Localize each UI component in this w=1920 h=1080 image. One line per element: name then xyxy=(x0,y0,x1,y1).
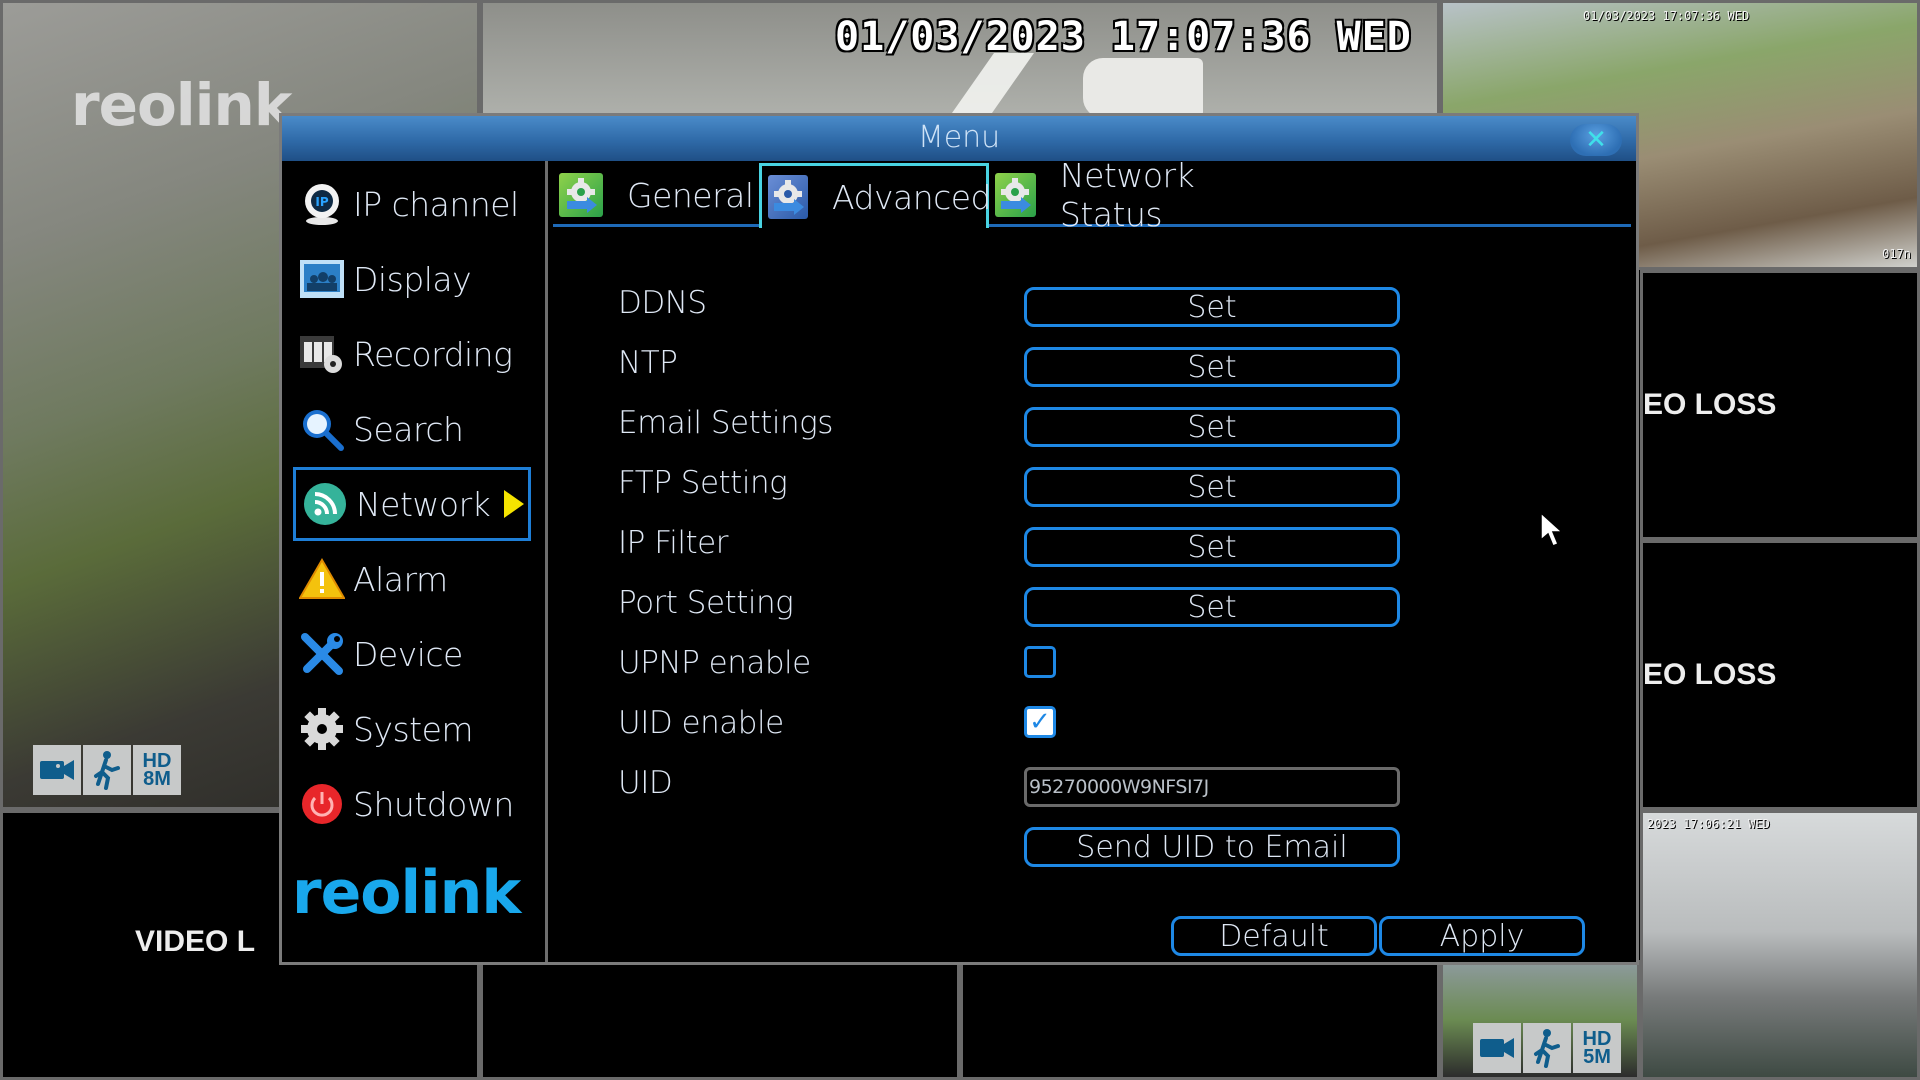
send-uid-to-email-button[interactable]: Send UID to Email xyxy=(1024,827,1400,867)
camera-icon xyxy=(33,745,81,795)
tab-label: General xyxy=(627,175,754,215)
close-button[interactable]: ✕ xyxy=(1570,124,1622,156)
uid-label: UID xyxy=(618,765,673,801)
menu-dialog: Menu ✕ IP IP channel Display Recording S… xyxy=(279,113,1639,965)
ceiling-light xyxy=(951,53,1035,113)
menu-title: Menu xyxy=(917,120,1001,155)
sidebar-item-system[interactable]: System xyxy=(293,694,527,764)
settings-gear-icon xyxy=(768,175,808,219)
uid-enable-checkbox[interactable]: ✓ xyxy=(1024,706,1056,738)
channel-label: 017n xyxy=(1882,247,1911,261)
sidebar-item-display[interactable]: Display xyxy=(293,244,527,314)
camera-feed-5[interactable]: HD 5M xyxy=(1440,960,1640,1080)
sidebar-item-shutdown[interactable]: Shutdown xyxy=(293,769,527,839)
uid-field[interactable]: 95270000W9NFSI7J xyxy=(1024,767,1400,807)
osd-datetime: 01/03/2023 17:07:36 WED xyxy=(835,14,1412,60)
settings-gear-icon xyxy=(559,173,603,217)
close-icon: ✕ xyxy=(1585,125,1607,155)
video-loss-label: EO LOSS xyxy=(1643,658,1777,691)
sidebar-item-label: Recording xyxy=(353,334,513,374)
ddns-set-button[interactable]: Set xyxy=(1024,287,1400,327)
shutdown-icon xyxy=(299,781,345,827)
camera-feed-video-loss-1[interactable]: EO LOSS xyxy=(1640,270,1920,540)
sidebar-item-alarm[interactable]: Alarm xyxy=(293,544,527,614)
ip-filter-label: IP Filter xyxy=(618,525,728,561)
active-arrow-icon xyxy=(504,490,524,518)
tab-network-status[interactable]: Network Status xyxy=(989,156,1289,234)
ip-camera-icon: IP xyxy=(299,181,345,227)
camera-feed-video-loss-2[interactable]: EO LOSS xyxy=(1640,540,1920,810)
upnp-enable-label: UPNP enable xyxy=(618,645,811,681)
device-icon xyxy=(299,631,345,677)
port-setting-set-button[interactable]: Set xyxy=(1024,587,1400,627)
tab-general[interactable]: General xyxy=(553,163,759,227)
ddns-label: DDNS xyxy=(618,285,707,321)
video-loss-label: VIDEO L xyxy=(135,925,256,958)
network-icon xyxy=(302,481,348,527)
ip-filter-set-button[interactable]: Set xyxy=(1024,527,1400,567)
camera-feed-4[interactable]: 2023 17:06:21 WED xyxy=(1640,810,1920,1080)
resolution-badge: HD 5M xyxy=(1573,1023,1621,1073)
sidebar-item-device[interactable]: Device xyxy=(293,619,527,689)
ftp-setting-label: FTP Setting xyxy=(618,465,788,501)
resolution-badge: HD 8M xyxy=(133,745,181,795)
sidebar: IP IP channel Display Recording Search N… xyxy=(287,161,545,962)
tab-bar: General Advanced Network Status xyxy=(553,156,1631,234)
sidebar-item-label: Network xyxy=(356,484,491,524)
alarm-icon xyxy=(299,556,345,602)
port-setting-label: Port Setting xyxy=(618,585,794,621)
sidebar-item-label: Shutdown xyxy=(353,784,514,824)
checkmark-icon: ✓ xyxy=(1029,707,1051,737)
display-icon xyxy=(299,256,345,302)
system-icon xyxy=(299,706,345,752)
email-settings-label: Email Settings xyxy=(618,405,833,441)
recording-icon xyxy=(299,331,345,377)
camera-status-badges: HD 8M xyxy=(33,745,181,795)
sidebar-item-label: Alarm xyxy=(353,559,448,599)
camera-feed-video-loss-5[interactable] xyxy=(960,960,1440,1080)
menu-titlebar[interactable]: Menu ✕ xyxy=(282,116,1636,161)
camera-icon xyxy=(1473,1023,1521,1073)
sidebar-item-search[interactable]: Search xyxy=(293,394,527,464)
upnp-enable-checkbox[interactable] xyxy=(1024,646,1056,678)
sidebar-item-network[interactable]: Network xyxy=(293,467,531,541)
search-icon xyxy=(299,406,345,452)
apply-button[interactable]: Apply xyxy=(1379,916,1585,956)
camera-housing xyxy=(1083,58,1203,118)
uid-enable-label: UID enable xyxy=(618,705,784,741)
sidebar-item-recording[interactable]: Recording xyxy=(293,319,527,389)
email-settings-set-button[interactable]: Set xyxy=(1024,407,1400,447)
osd-datetime-small: 2023 17:06:21 WED xyxy=(1647,817,1770,831)
sidebar-item-label: IP channel xyxy=(353,184,519,224)
tab-advanced[interactable]: Advanced xyxy=(759,163,992,228)
watermark-logo: reolink xyxy=(71,71,292,139)
motion-icon xyxy=(83,745,131,795)
svg-text:IP: IP xyxy=(315,195,328,209)
ntp-set-button[interactable]: Set xyxy=(1024,347,1400,387)
ntp-label: NTP xyxy=(618,345,678,381)
osd-datetime-small: 01/03/2023 17:07:36 WED xyxy=(1583,9,1750,23)
sidebar-item-label: Search xyxy=(353,409,464,449)
settings-gear-icon xyxy=(995,173,1036,217)
sidebar-item-label: Display xyxy=(353,259,472,299)
sidebar-item-ip-channel[interactable]: IP IP channel xyxy=(293,169,527,239)
camera-status-badges: HD 5M xyxy=(1473,1023,1621,1073)
camera-feed-video-loss-4[interactable] xyxy=(480,960,960,1080)
tab-label: Advanced xyxy=(832,177,992,217)
video-loss-label: EO LOSS xyxy=(1643,388,1777,421)
motion-icon xyxy=(1523,1023,1571,1073)
sidebar-item-label: System xyxy=(353,709,474,749)
sidebar-item-label: Device xyxy=(353,634,463,674)
brand-logo: reolink xyxy=(292,858,521,928)
tab-label: Network Status xyxy=(1059,156,1195,234)
ftp-setting-set-button[interactable]: Set xyxy=(1024,467,1400,507)
default-button[interactable]: Default xyxy=(1171,916,1377,956)
sidebar-divider xyxy=(545,161,548,962)
